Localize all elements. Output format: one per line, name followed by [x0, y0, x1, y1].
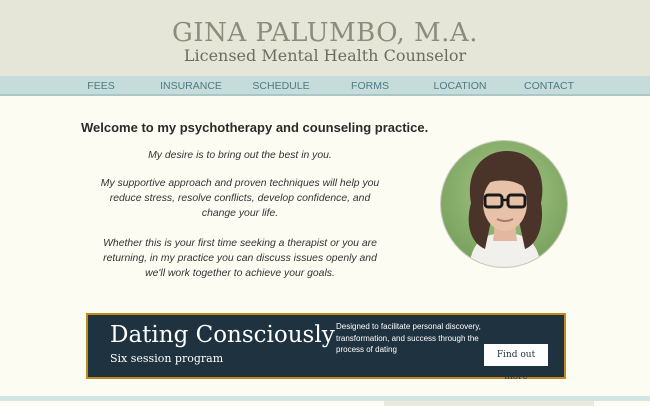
nav-item-location[interactable]: LOCATION [434, 76, 487, 96]
welcome-heading: Welcome to my psychotherapy and counseli… [81, 120, 429, 135]
intro-paragraph: My desire is to bring out the best in yo… [148, 150, 332, 161]
banner-description: Designed to facilitate personal discover… [336, 322, 481, 354]
therapist-portrait [440, 140, 568, 268]
banner-subtitle: Six session program [110, 352, 224, 365]
footer-box [384, 401, 594, 406]
nav-item-schedule[interactable]: SCHEDULE [252, 76, 309, 96]
site-header: GINA PALUMBO, M.A. Licensed Mental Healt… [0, 0, 650, 76]
nav-item-insurance[interactable]: INSURANCE [160, 76, 222, 96]
main-nav: FEES INSURANCE SCHEDULE FORMS LOCATION C… [0, 76, 650, 96]
nav-item-fees[interactable]: FEES [87, 76, 114, 96]
banner-title: Dating Consciously [110, 322, 335, 348]
site-tagline: Licensed Mental Health Counselor [183, 46, 467, 65]
intro-paragraph: Whether this is your first time seeking … [103, 238, 377, 279]
nav-item-contact[interactable]: CONTACT [524, 76, 574, 96]
dating-program-banner[interactable]: Dating Consciously Six session program D… [86, 313, 566, 382]
intro-paragraph: My supportive approach and proven techni… [100, 178, 380, 219]
site-name[interactable]: GINA PALUMBO, M.A. [0, 18, 650, 48]
nav-item-forms[interactable]: FORMS [351, 76, 389, 96]
find-out-more-button[interactable]: Find out more [484, 344, 548, 382]
